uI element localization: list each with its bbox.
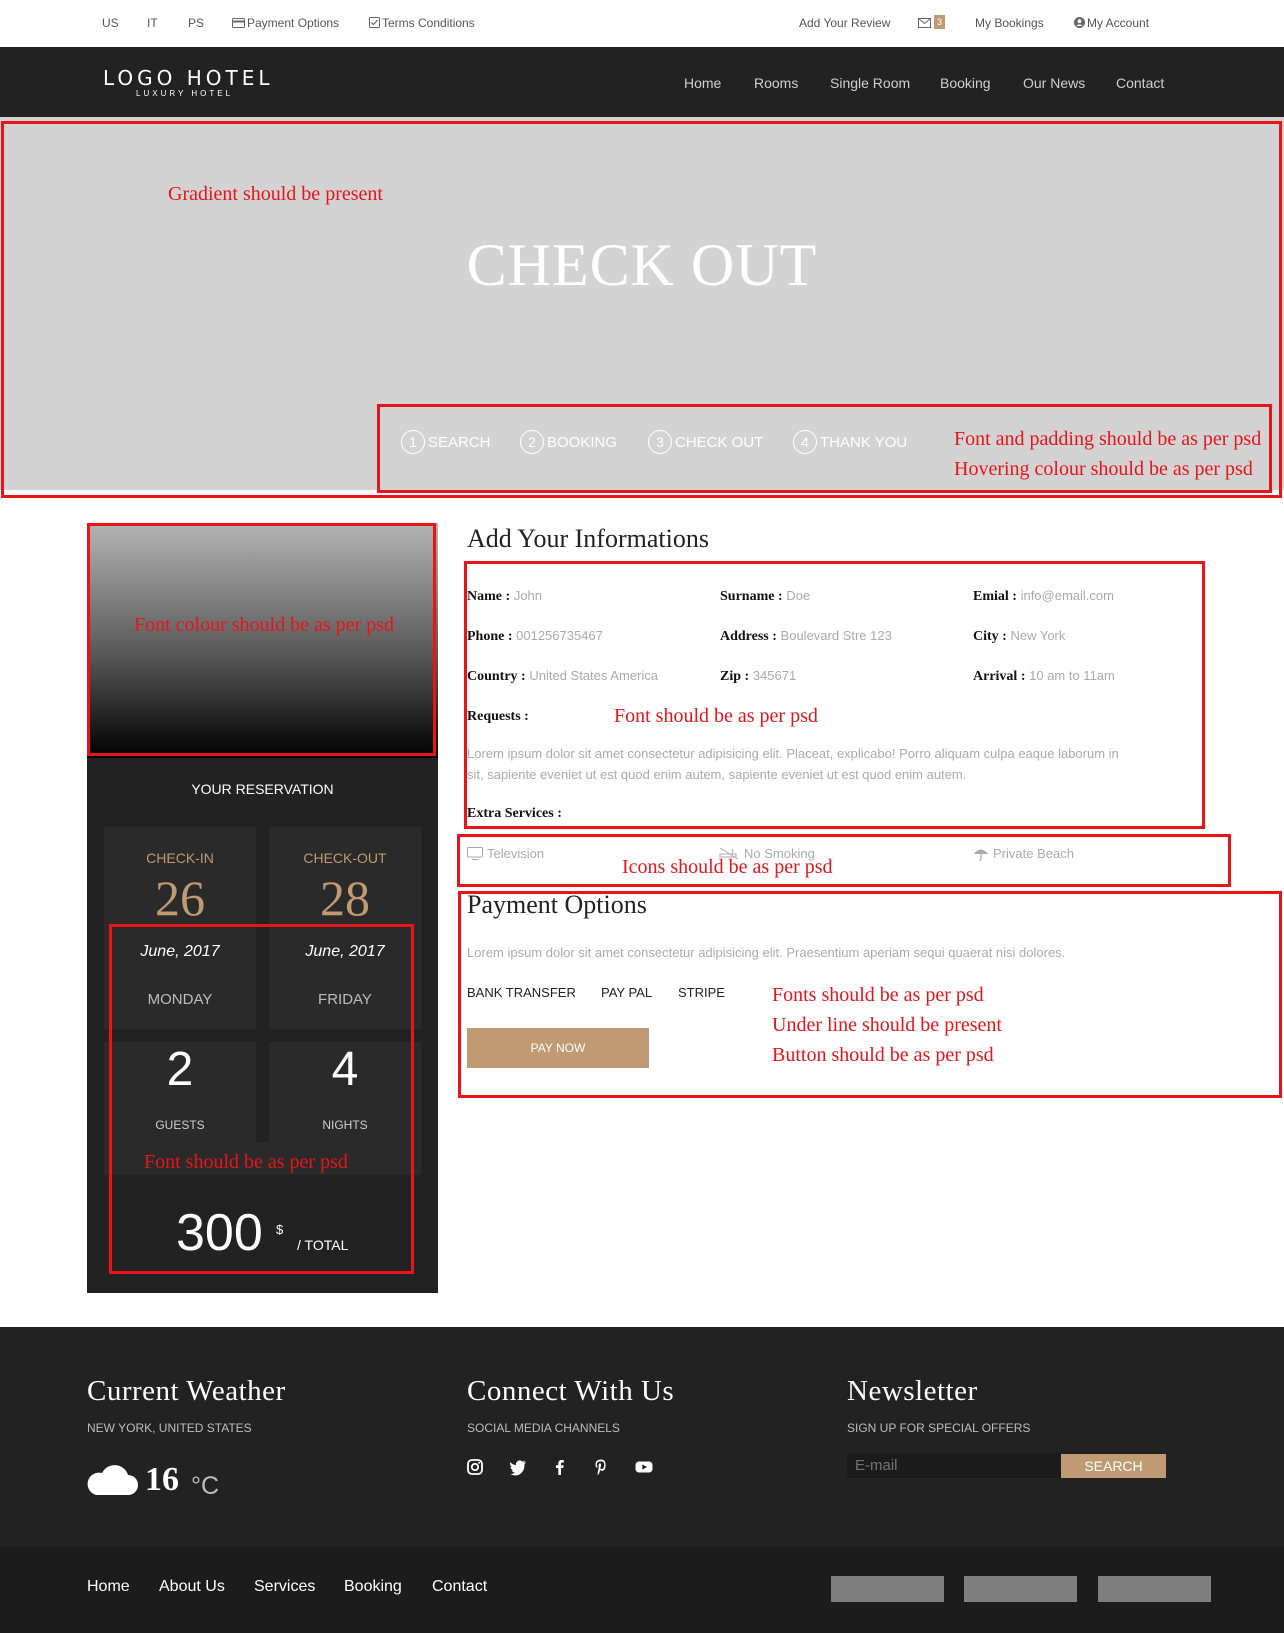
mail-count-badge: 3 <box>934 15 945 29</box>
newsletter-subtitle: SIGN UP FOR SPECIAL OFFERS <box>847 1421 1031 1435</box>
payment-logo-placeholder <box>964 1576 1077 1602</box>
top-bar: US IT PS Payment Options Terms Condition… <box>0 0 1284 47</box>
nav-contact[interactable]: Contact <box>1116 75 1164 91</box>
my-bookings-link[interactable]: My Bookings <box>975 16 1044 30</box>
checkin-label: CHECK-IN <box>146 850 214 866</box>
lang-ps-link[interactable]: PS <box>188 16 204 30</box>
logo[interactable]: LOGO HOTEL <box>103 66 274 90</box>
instagram-icon[interactable] <box>465 1457 485 1477</box>
footer-link-booking[interactable]: Booking <box>344 1578 402 1596</box>
youtube-icon[interactable] <box>634 1457 654 1477</box>
nav-home[interactable]: Home <box>684 75 721 91</box>
user-circle-icon <box>1074 17 1085 28</box>
nav-booking[interactable]: Booking <box>940 75 991 91</box>
weather-location: NEW YORK, UNITED STATES <box>87 1421 252 1435</box>
temperature-value: 16 <box>145 1461 179 1498</box>
payment-logo-placeholder <box>831 1576 944 1602</box>
logo-subtitle: LUXURY HOTEL <box>136 89 234 98</box>
lang-us-link[interactable]: US <box>102 16 119 30</box>
annotation-button: Button should be as per psd <box>772 1044 994 1066</box>
lang-it-link[interactable]: IT <box>147 16 158 30</box>
temperature-unit: °C <box>191 1472 220 1500</box>
nav-rooms[interactable]: Rooms <box>754 75 798 91</box>
terms-label: Terms Conditions <box>382 16 475 30</box>
payment-options-link[interactable]: Payment Options <box>232 16 339 30</box>
credit-card-icon <box>232 18 245 28</box>
payment-options-label: Payment Options <box>247 16 340 30</box>
annotation-icons: Icons should be as per psd <box>622 856 833 878</box>
checkin-day: 26 <box>155 870 205 926</box>
terms-link[interactable]: Terms Conditions <box>369 16 475 30</box>
annotation-hover-colour: Hovering colour should be as per psd <box>954 458 1253 480</box>
annotation-box-icons <box>457 834 1231 887</box>
my-account-link[interactable]: My Account <box>1074 16 1149 30</box>
main-navbar: LOGO HOTEL LUXURY HOTEL Home Rooms Singl… <box>0 47 1284 117</box>
newsletter-email-input[interactable] <box>847 1453 1061 1478</box>
annotation-underline: Under line should be present <box>772 1014 1002 1036</box>
facebook-icon[interactable] <box>550 1457 570 1477</box>
twitter-icon[interactable] <box>508 1457 528 1477</box>
annotation-box-info <box>464 561 1205 829</box>
nav-single-room[interactable]: Single Room <box>830 75 910 91</box>
info-title: Add Your Informations <box>467 524 709 553</box>
annotation-font-padding: Font and padding should be as per psd <box>954 428 1262 450</box>
footer-link-contact[interactable]: Contact <box>432 1578 487 1596</box>
annotation-box-res-image <box>87 523 436 756</box>
newsletter-search-button[interactable]: SEARCH <box>1061 1454 1166 1478</box>
payment-logo-placeholder <box>1098 1576 1211 1602</box>
cloud-icon <box>87 1465 138 1495</box>
footer-link-about-us[interactable]: About Us <box>159 1578 225 1596</box>
nav-our-news[interactable]: Our News <box>1023 75 1085 91</box>
annotation-font-total: Font should be as per psd <box>144 1151 348 1173</box>
mail-link[interactable] <box>918 17 931 31</box>
annotation-font-colour: Font colour should be as per psd <box>134 614 394 636</box>
add-review-link[interactable]: Add Your Review <box>799 16 890 30</box>
pinterest-icon[interactable] <box>591 1457 611 1477</box>
annotation-box-res-details <box>109 924 414 1274</box>
weather-title: Current Weather <box>87 1375 286 1407</box>
annotation-font-info: Font should be as per psd <box>614 705 818 727</box>
checkout-label: CHECK-OUT <box>303 850 387 866</box>
connect-title: Connect With Us <box>467 1375 675 1407</box>
checkbox-icon <box>369 17 380 28</box>
footer-link-services[interactable]: Services <box>254 1578 315 1596</box>
footer <box>0 1327 1284 1547</box>
envelope-icon <box>918 18 931 28</box>
checkout-day: 28 <box>320 870 370 926</box>
newsletter-title: Newsletter <box>847 1375 978 1407</box>
annotation-fonts-pay: Fonts should be as per psd <box>772 984 984 1006</box>
reservation-title: YOUR RESERVATION <box>191 781 334 797</box>
footer-link-home[interactable]: Home <box>87 1578 130 1596</box>
annotation-gradient: Gradient should be present <box>168 183 383 205</box>
connect-subtitle: SOCIAL MEDIA CHANNELS <box>467 1421 620 1435</box>
my-account-label: My Account <box>1087 16 1150 30</box>
